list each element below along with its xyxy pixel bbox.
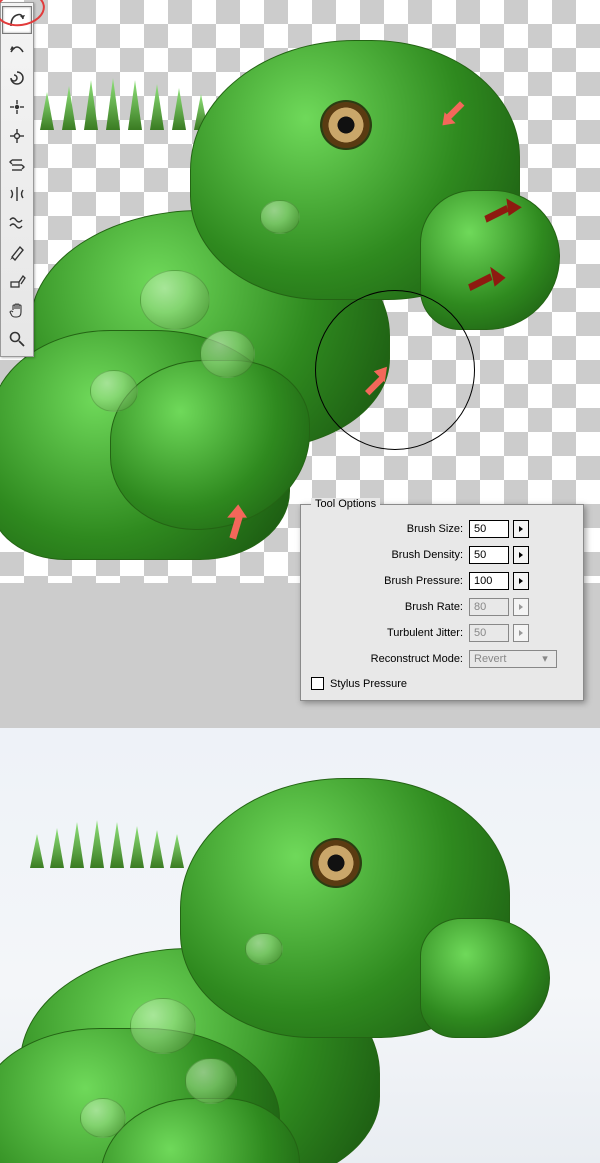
brush-density-input[interactable]: 50 <box>469 546 509 564</box>
brush-size-input[interactable]: 50 <box>469 520 509 538</box>
turbulent-jitter-label: Turbulent Jitter: <box>311 627 469 639</box>
turbulent-jitter-stepper <box>513 624 529 642</box>
brush-size-label: Brush Size: <box>311 523 469 535</box>
turbulence-tool-icon[interactable] <box>2 209 32 237</box>
iguana-eye <box>320 100 372 150</box>
freeze-mask-tool-icon[interactable] <box>2 238 32 266</box>
mirror-tool-icon[interactable] <box>2 180 32 208</box>
pucker-tool-icon[interactable] <box>2 93 32 121</box>
brush-pressure-label: Brush Pressure: <box>311 575 469 587</box>
brush-size-stepper[interactable] <box>513 520 529 538</box>
annotation-arrow <box>354 358 398 402</box>
brush-rate-input: 80 <box>469 598 509 616</box>
brush-density-stepper[interactable] <box>513 546 529 564</box>
iguana-subject-result <box>0 768 540 1163</box>
annotation-arrow <box>438 88 482 132</box>
thaw-mask-tool-icon[interactable] <box>2 267 32 295</box>
brush-pressure-input[interactable]: 100 <box>469 572 509 590</box>
push-left-tool-icon[interactable] <box>2 151 32 179</box>
reconstruct-tool-icon[interactable] <box>2 35 32 63</box>
brush-pressure-stepper[interactable] <box>513 572 529 590</box>
liquify-canvas-area <box>0 0 600 583</box>
brush-rate-stepper <box>513 598 529 616</box>
tool-options-panel: Tool Options Brush Size: 50 Brush Densit… <box>300 504 584 701</box>
reconstruct-mode-select: Revert ▾ <box>469 650 557 668</box>
reconstruct-mode-label: Reconstruct Mode: <box>311 653 469 665</box>
brush-rate-label: Brush Rate: <box>311 601 469 613</box>
chevron-down-icon: ▾ <box>538 651 552 667</box>
annotation-arrow <box>214 500 258 544</box>
stylus-pressure-label: Stylus Pressure <box>330 678 407 690</box>
turbulent-jitter-input: 50 <box>469 624 509 642</box>
hand-tool-icon[interactable] <box>2 296 32 324</box>
tool-options-legend: Tool Options <box>311 498 380 510</box>
annotation-arrow <box>480 194 524 238</box>
reconstruct-mode-value: Revert <box>474 651 506 667</box>
twirl-clockwise-tool-icon[interactable] <box>2 64 32 92</box>
brush-density-label: Brush Density: <box>311 549 469 561</box>
stylus-pressure-checkbox[interactable] <box>311 677 324 690</box>
liquify-toolbar <box>0 2 34 357</box>
annotation-arrow <box>466 258 510 302</box>
result-preview <box>0 728 600 1163</box>
bloat-tool-icon[interactable] <box>2 122 32 150</box>
zoom-tool-icon[interactable] <box>2 325 32 353</box>
